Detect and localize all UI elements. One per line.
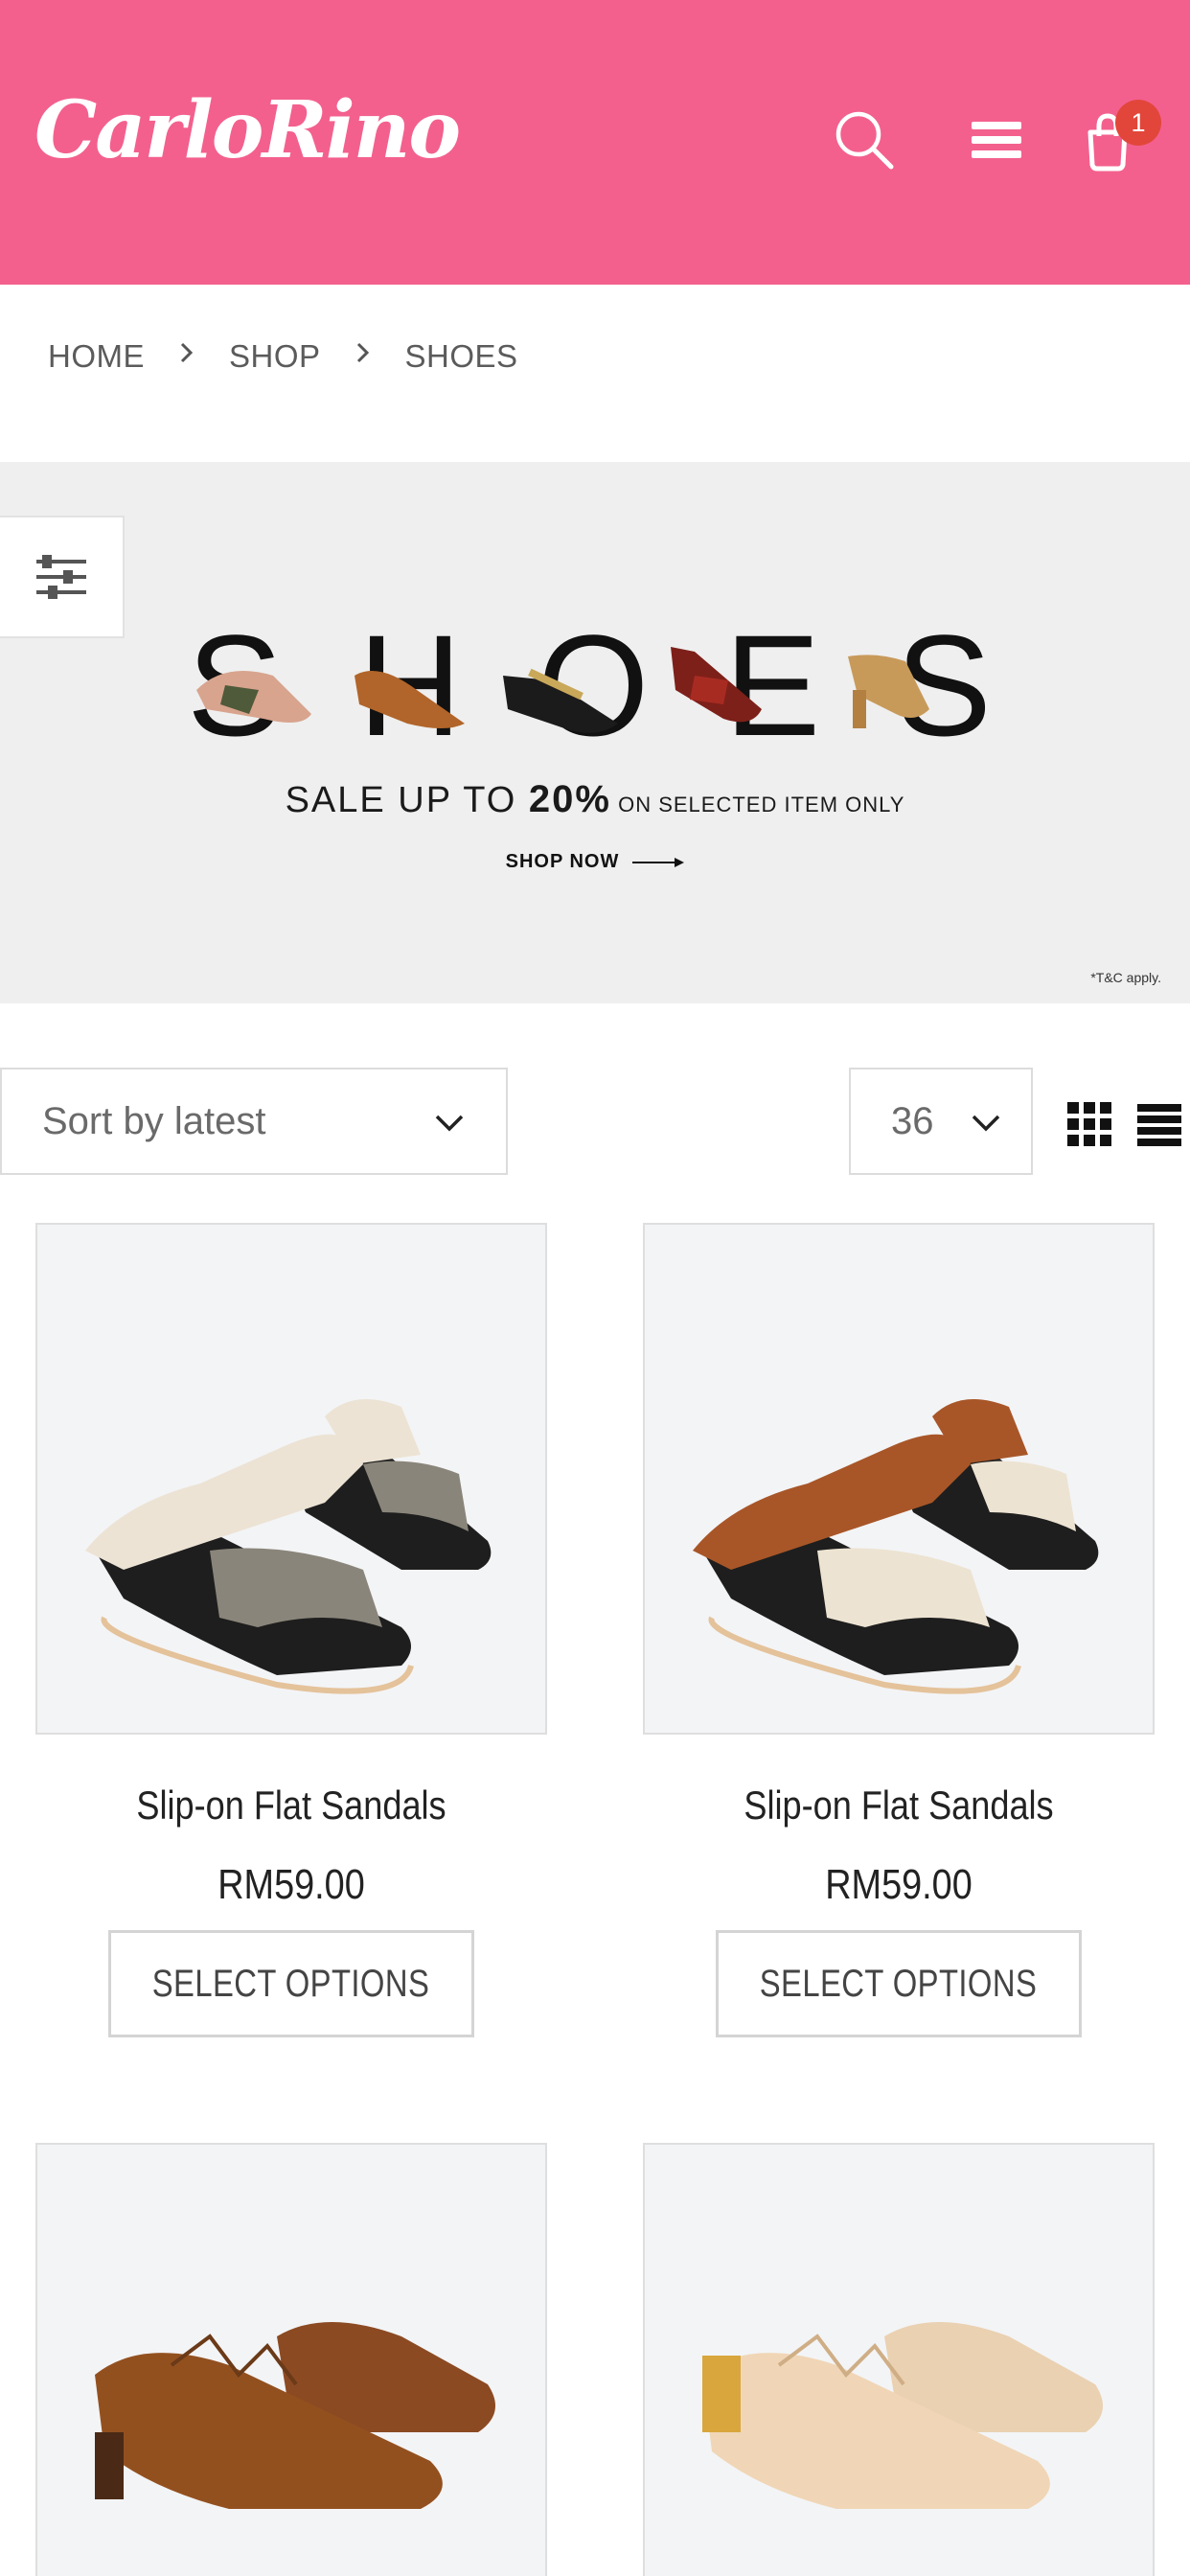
product-image[interactable]: [643, 2143, 1155, 2576]
breadcrumb: HOME SHOP SHOES: [48, 335, 518, 378]
banner-sale-suffix: ON SELECTED ITEM ONLY: [610, 793, 905, 816]
banner-sale-text: SALE UP TO 20% ON SELECTED ITEM ONLY: [0, 778, 1190, 821]
banner-terms: *T&C apply.: [1090, 970, 1161, 985]
chevron-right-icon: [145, 340, 229, 373]
per-page-value: 36: [891, 1099, 934, 1142]
product-image[interactable]: [643, 1223, 1155, 1735]
site-header: CarloRino 1: [0, 0, 1190, 285]
chevron-down-icon: [972, 1115, 1000, 1132]
select-options-button[interactable]: SELECT OPTIONS: [108, 1930, 474, 2037]
per-page-select[interactable]: 36: [849, 1068, 1033, 1175]
breadcrumb-shoes: SHOES: [404, 338, 518, 374]
arrow-right-icon: [632, 857, 685, 867]
filter-sliders-icon: [36, 555, 86, 599]
product-name[interactable]: Slip-on Flat Sandals: [71, 1782, 511, 1828]
product-image[interactable]: [35, 2143, 547, 2576]
breadcrumb-shop[interactable]: SHOP: [229, 338, 321, 375]
banner-sale-percent: 20%: [528, 778, 611, 820]
banner-shoes-image: [196, 647, 929, 733]
product-price: RM59.00: [825, 1861, 973, 1908]
search-icon[interactable]: [830, 105, 899, 174]
list-view-icon[interactable]: [1137, 1104, 1181, 1146]
grid-view-icon[interactable]: [1067, 1102, 1111, 1146]
select-options-label: SELECT OPTIONS: [152, 1962, 430, 2005]
filter-toggle-button[interactable]: [0, 516, 125, 638]
shop-now-label: SHOP NOW: [505, 851, 620, 872]
product-name[interactable]: Slip-on Flat Sandals: [678, 1782, 1118, 1828]
product-price: RM59.00: [217, 1861, 365, 1908]
sort-select[interactable]: Sort by latest: [0, 1068, 508, 1175]
chevron-right-icon: [321, 340, 405, 373]
brand-logo[interactable]: CarloRino: [34, 91, 461, 170]
select-options-label: SELECT OPTIONS: [760, 1962, 1038, 2005]
breadcrumb-home[interactable]: HOME: [48, 338, 145, 375]
sort-select-value: Sort by latest: [42, 1099, 266, 1142]
cart-count-badge: 1: [1115, 100, 1161, 146]
banner-sale-prefix: SALE UP TO: [285, 780, 529, 820]
menu-icon[interactable]: [960, 105, 1029, 174]
product-image[interactable]: [35, 1223, 547, 1735]
chevron-down-icon: [435, 1115, 464, 1132]
shop-now-link[interactable]: SHOP NOW: [0, 851, 1190, 873]
select-options-button[interactable]: SELECT OPTIONS: [716, 1930, 1082, 2037]
